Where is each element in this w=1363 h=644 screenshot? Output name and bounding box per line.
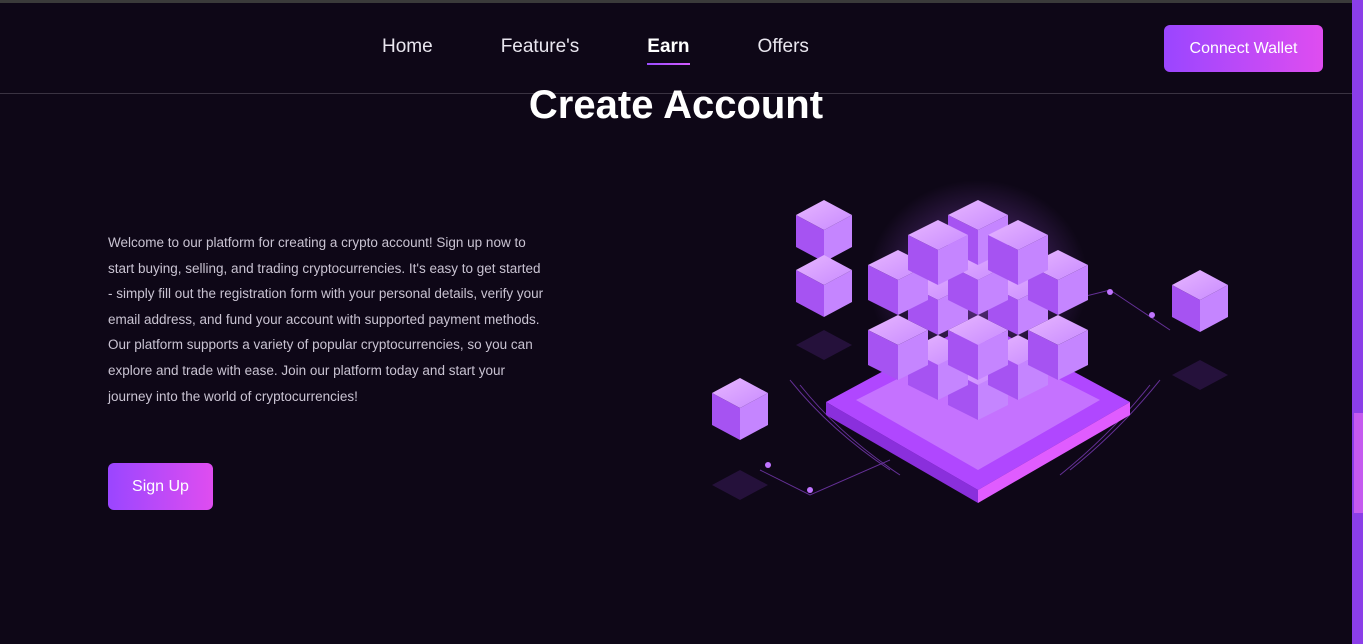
connect-wallet-button[interactable]: Connect Wallet — [1164, 25, 1323, 72]
nav-home-link[interactable]: Home — [382, 36, 433, 58]
blockchain-cubes-illustration — [712, 180, 1228, 503]
nav-features-link[interactable]: Feature's — [501, 36, 580, 58]
hero-description: Welcome to our platform for creating a c… — [108, 235, 544, 404]
nav-earn-link[interactable]: Earn — [647, 36, 690, 65]
scrollbar-thumb[interactable] — [1354, 413, 1363, 513]
sign-up-button[interactable]: Sign Up — [108, 463, 213, 510]
nav-offers-link[interactable]: Offers — [758, 36, 809, 58]
nav-links: Home Feature's Earn Offers — [382, 36, 877, 65]
navbar: Home Feature's Earn Offers Connect Walle… — [0, 3, 1352, 94]
page-title: Create Account — [528, 83, 824, 127]
scrollbar[interactable] — [1352, 0, 1363, 644]
